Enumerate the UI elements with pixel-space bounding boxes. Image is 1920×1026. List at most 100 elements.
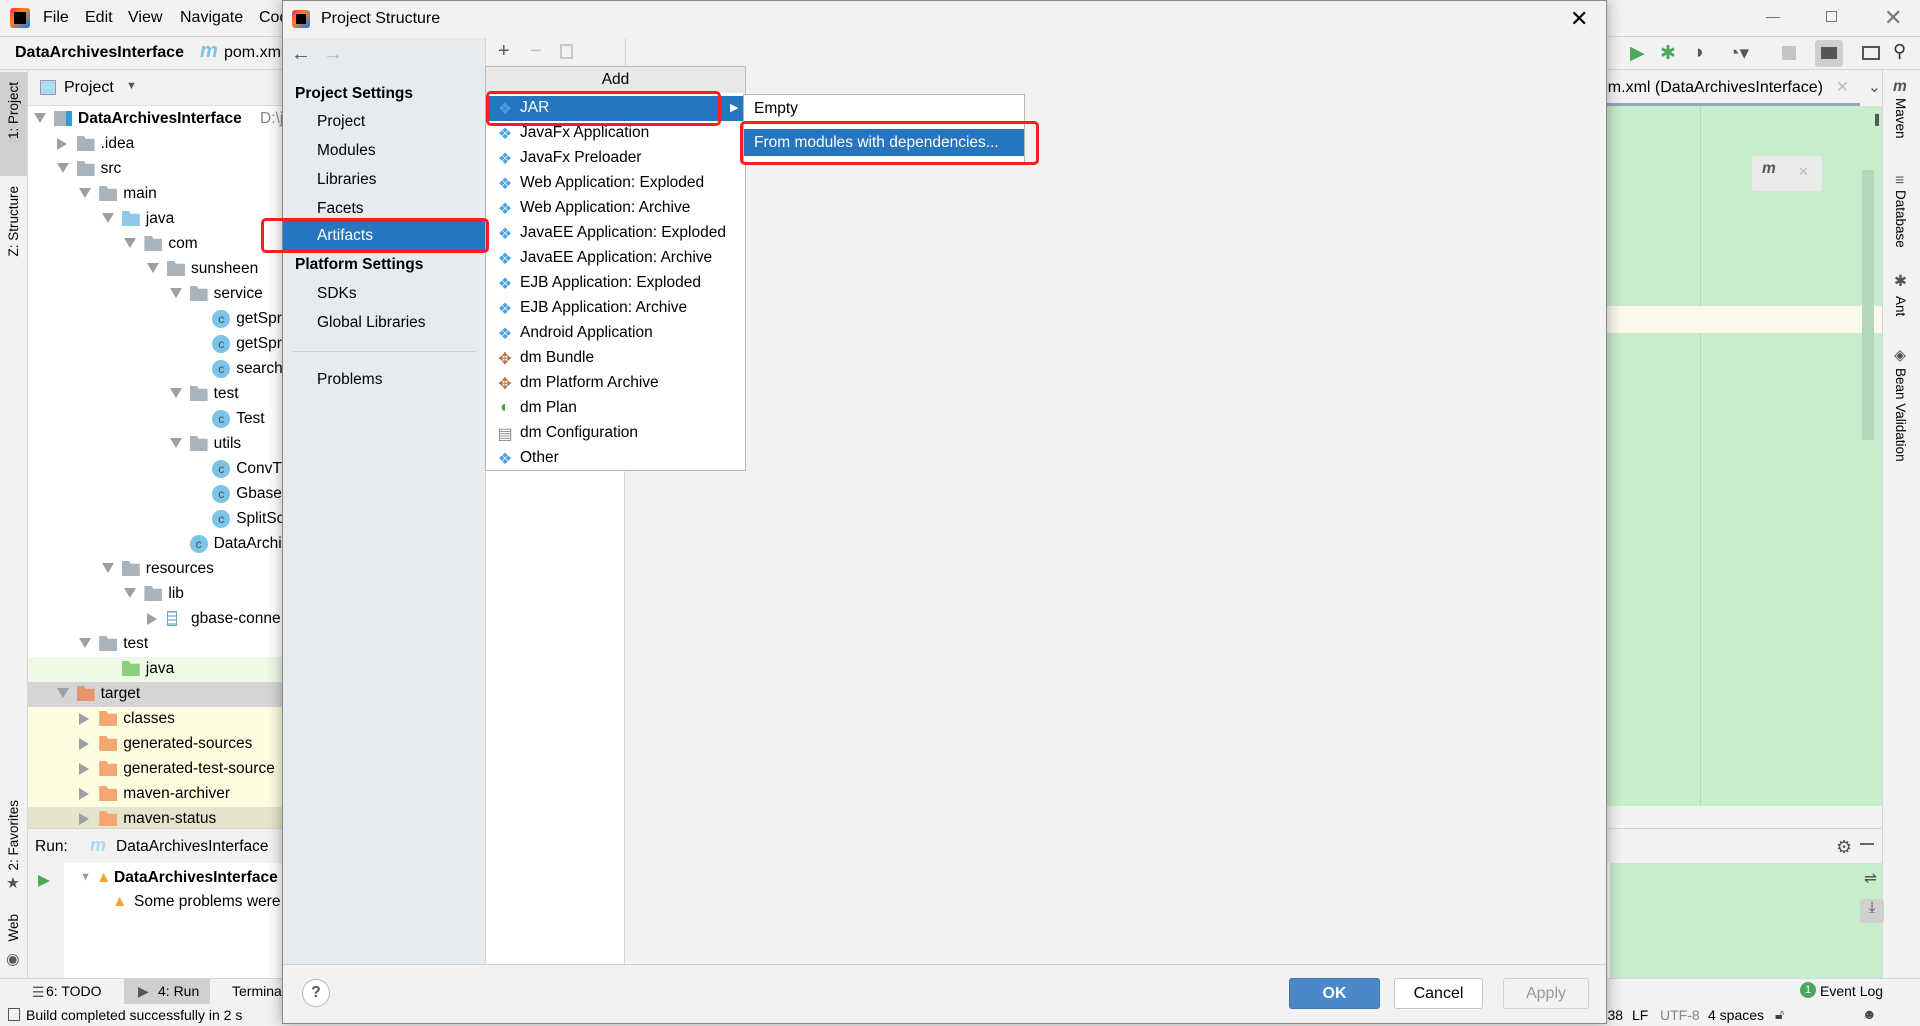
debug-icon[interactable]: ✱: [1660, 42, 1676, 65]
tree-item[interactable]: test: [28, 382, 282, 407]
tree-item[interactable]: com: [28, 232, 282, 257]
add-menu-item[interactable]: ✥ dm Bundle: [486, 346, 745, 371]
run-tree-item[interactable]: DataArchivesInterface: [114, 869, 278, 887]
tree-item[interactable]: generated-test-source: [28, 757, 282, 782]
add-menu-item[interactable]: ❖ JavaFx Preloader: [486, 146, 745, 171]
nav-global-libraries[interactable]: Global Libraries: [317, 314, 426, 332]
tree-item[interactable]: c DataArchi: [28, 532, 282, 557]
line-separator[interactable]: LF: [1632, 1007, 1648, 1023]
menu-navigate[interactable]: Navigate: [180, 9, 243, 27]
tool-window-ant[interactable]: Ant: [1893, 296, 1908, 316]
profile-icon[interactable]: ◔▾: [1728, 42, 1749, 65]
expanded-arrow-icon[interactable]: [169, 288, 182, 298]
indent[interactable]: 4 spaces: [1708, 1007, 1764, 1023]
stop-icon[interactable]: [1782, 46, 1796, 60]
back-arrow-icon[interactable]: ←: [291, 43, 311, 66]
nav-problems[interactable]: Problems: [317, 371, 382, 389]
expanded-arrow-icon[interactable]: [147, 263, 159, 273]
inspector-icon[interactable]: ☻: [1862, 1006, 1877, 1022]
project-structure-icon[interactable]: [1815, 40, 1843, 67]
tree-item[interactable]: generated-sources: [28, 732, 282, 757]
tree-item[interactable]: src: [28, 157, 282, 182]
add-menu-item[interactable]: ❖ EJB Application: Exploded: [486, 271, 745, 296]
tree-item[interactable]: test: [28, 632, 282, 657]
editor-tab[interactable]: pom.xml (DataArchivesInterface) ✕: [1590, 72, 1860, 106]
expanded-arrow-icon[interactable]: [101, 563, 114, 573]
dialog-close-icon[interactable]: ✕: [1570, 6, 1588, 32]
tree-item[interactable]: c search: [28, 357, 283, 382]
submenu-empty[interactable]: Empty: [754, 100, 798, 118]
help-button[interactable]: ?: [302, 979, 330, 1007]
tree-item[interactable]: java: [28, 657, 282, 682]
add-menu-item[interactable]: ❖ EJB Application: Archive: [486, 296, 745, 321]
chevron-down-icon[interactable]: ▼: [126, 80, 137, 92]
tab-run[interactable]: ▶ 4: Run: [124, 979, 210, 1005]
expanded-arrow-icon[interactable]: [79, 638, 92, 648]
tool-window-web[interactable]: Web: [6, 914, 21, 942]
apply-button[interactable]: Apply: [1503, 978, 1589, 1009]
tree-item[interactable]: lib: [28, 582, 282, 607]
run-icon[interactable]: ▶: [1630, 42, 1645, 65]
window-close-icon[interactable]: ✕: [1884, 5, 1902, 31]
scroll-to-end-icon[interactable]: ⤓: [1860, 899, 1884, 923]
expanded-arrow-icon[interactable]: [124, 588, 137, 598]
project-view-selector[interactable]: Project: [64, 79, 114, 97]
search-icon[interactable]: ⚲: [1893, 41, 1906, 62]
nav-modules[interactable]: Modules: [317, 142, 376, 160]
tree-item[interactable]: sunsheen: [28, 257, 282, 282]
tool-window-maven[interactable]: Maven: [1893, 98, 1908, 139]
tree-item[interactable]: c Test: [28, 407, 282, 432]
tab-list-chevron-icon[interactable]: ⌄: [1868, 78, 1881, 97]
nav-sdks[interactable]: SDKs: [317, 285, 357, 303]
breadcrumb-project[interactable]: DataArchivesInterface: [15, 44, 184, 62]
remove-icon[interactable]: −: [530, 40, 542, 63]
tab-close-icon[interactable]: ✕: [1836, 78, 1849, 97]
tree-item[interactable]: .idea: [28, 132, 282, 157]
add-menu-item[interactable]: ❖ Web Application: Archive: [486, 196, 745, 221]
add-menu-item[interactable]: ▤ dm Configuration: [486, 421, 745, 446]
tab-terminal[interactable]: Terminal: [232, 983, 285, 999]
tree-item[interactable]: c ConvT: [28, 457, 282, 482]
tree-item[interactable]: c getSpr: [28, 307, 282, 332]
expanded-arrow-icon[interactable]: [101, 213, 114, 223]
add-menu-item[interactable]: ❖ JavaEE Application: Archive: [486, 246, 745, 271]
ok-button[interactable]: OK: [1289, 978, 1380, 1009]
tree-item[interactable]: main: [28, 182, 282, 207]
run-tab[interactable]: DataArchivesInterface: [116, 838, 269, 856]
collapsed-arrow-icon[interactable]: [79, 713, 90, 725]
tree-item[interactable]: maven-archiver: [28, 782, 282, 807]
tree-item[interactable]: service: [28, 282, 282, 307]
add-menu-item[interactable]: ❖ Other: [486, 446, 745, 471]
tool-window-bean-validation[interactable]: Bean Validation: [1893, 368, 1908, 462]
breadcrumb-file[interactable]: pom.xml: [224, 44, 284, 62]
add-menu-item[interactable]: ✥ dm Platform Archive: [486, 371, 745, 396]
coverage-icon[interactable]: ◗: [1694, 42, 1705, 64]
menu-edit[interactable]: Edit: [85, 9, 113, 27]
editor-area[interactable]: m ✕ ❚❚: [1590, 106, 1892, 806]
add-icon[interactable]: +: [498, 40, 510, 63]
add-menu-item[interactable]: ❖ Android Application: [486, 321, 745, 346]
collapsed-arrow-icon[interactable]: [79, 788, 90, 800]
expanded-arrow-icon[interactable]: [34, 113, 46, 123]
expanded-arrow-icon[interactable]: [79, 188, 92, 198]
collapsed-arrow-icon[interactable]: [79, 738, 90, 750]
tool-window-structure[interactable]: Z: Structure: [6, 186, 21, 257]
cancel-button[interactable]: Cancel: [1394, 978, 1483, 1009]
hide-icon[interactable]: [1860, 843, 1874, 845]
restore-icon[interactable]: [1826, 11, 1837, 22]
collapsed-arrow-icon[interactable]: [79, 813, 90, 825]
menu-view[interactable]: View: [128, 9, 162, 27]
tree-item[interactable]: gbase-conne: [28, 607, 282, 632]
collapsed-arrow-icon[interactable]: [56, 138, 67, 150]
expanded-arrow-icon[interactable]: [56, 163, 69, 173]
tree-item[interactable]: java: [28, 207, 282, 232]
rerun-icon[interactable]: ▶: [38, 871, 50, 890]
editor-scrollbar[interactable]: [1862, 170, 1874, 440]
tree-item[interactable]: DataArchivesInterface D:\ja: [28, 107, 292, 132]
tree-item[interactable]: utils: [28, 432, 282, 457]
gear-icon[interactable]: ⚙: [1836, 837, 1852, 858]
expand-arrow[interactable]: ▼: [80, 871, 91, 883]
tree-item[interactable]: resources: [28, 557, 282, 582]
terminal-icon[interactable]: [1862, 46, 1880, 60]
tool-window-favorites[interactable]: 2: Favorites: [6, 800, 21, 871]
